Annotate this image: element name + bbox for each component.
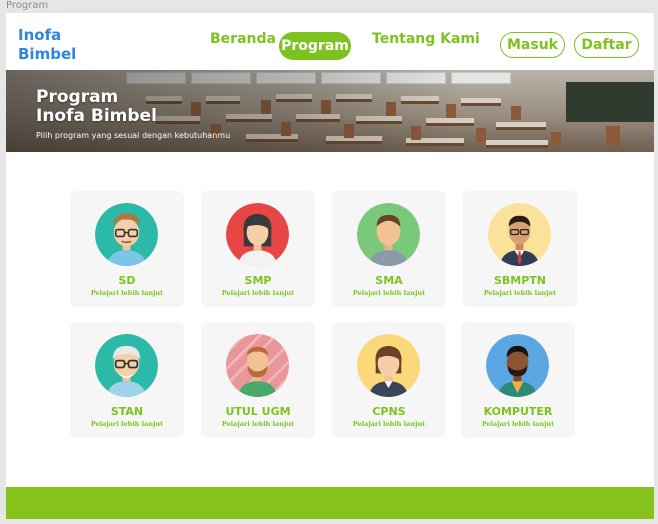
program-card-cpns[interactable]: CPNS Pelajari lebih lanjut [332,322,446,438]
navbar: Inofa Bimbel Beranda Program Tentang Kam… [6,13,654,70]
daftar-button[interactable]: Daftar [574,32,639,58]
nav-tentang-link[interactable]: Tentang Kami [372,31,480,47]
program-title: SD [118,274,136,287]
learn-more-link[interactable]: Pelajari lebih lanjut [332,420,446,428]
man-avatar-icon [486,334,549,397]
program-card-sd[interactable]: SD Pelajari lebih lanjut [70,191,184,307]
learn-more-link[interactable]: Pelajari lebih lanjut [461,420,575,428]
hero-title: Program Inofa Bimbel [36,87,157,126]
logo[interactable]: Inofa Bimbel [18,26,76,64]
hero-banner: Program Inofa Bimbel Pilih program yang … [6,70,654,152]
program-card-komputer[interactable]: KOMPUTER Pelajari lebih lanjut [461,322,575,438]
learn-more-link[interactable]: Pelajari lebih lanjut [201,289,315,297]
learn-more-link[interactable]: Pelajari lebih lanjut [463,289,577,297]
footer-bar [6,487,654,519]
program-title: SBMPTN [493,274,547,287]
learn-more-link[interactable]: Pelajari lebih lanjut [70,420,184,428]
nav-beranda-link[interactable]: Beranda [210,31,276,47]
program-card-smp[interactable]: SMP Pelajari lebih lanjut [201,191,315,307]
program-title: CPNS [372,405,406,418]
program-card-sbmptn[interactable]: SBMPTN Pelajari lebih lanjut [463,191,577,307]
logo-line1: Inofa [18,26,62,44]
learn-more-link[interactable]: Pelajari lebih lanjut [70,289,184,297]
logo-line2: Bimbel [18,45,77,63]
learn-more-link[interactable]: Pelajari lebih lanjut [332,289,446,297]
learn-more-link[interactable]: Pelajari lebih lanjut [201,420,315,428]
program-title: STAN [110,405,144,418]
program-title: SMA [375,274,403,287]
program-title: KOMPUTER [483,405,553,418]
hero-subtitle: Pilih program yang sesuai dengan kebutuh… [36,131,231,140]
student-boy-avatar-icon [95,203,158,266]
program-card-stan[interactable]: STAN Pelajari lebih lanjut [70,322,184,438]
nav-program-link[interactable]: Program [279,32,351,60]
old-man-avatar-icon [95,334,158,397]
masuk-button[interactable]: Masuk [500,32,565,58]
page-frame: Inofa Bimbel Beranda Program Tentang Kam… [6,13,654,519]
bearded-man-avatar-icon [226,334,289,397]
program-title: SMP [244,274,272,287]
program-card-utul-ugm[interactable]: UTUL UGM Pelajari lebih lanjut [201,322,315,438]
program-title: UTUL UGM [225,405,291,418]
window-title: Program [6,0,49,11]
student-teen-avatar-icon [357,203,420,266]
businessman-avatar-icon [488,203,551,266]
businesswoman-avatar-icon [357,334,420,397]
program-card-sma[interactable]: SMA Pelajari lebih lanjut [332,191,446,307]
student-girl-avatar-icon [226,203,289,266]
